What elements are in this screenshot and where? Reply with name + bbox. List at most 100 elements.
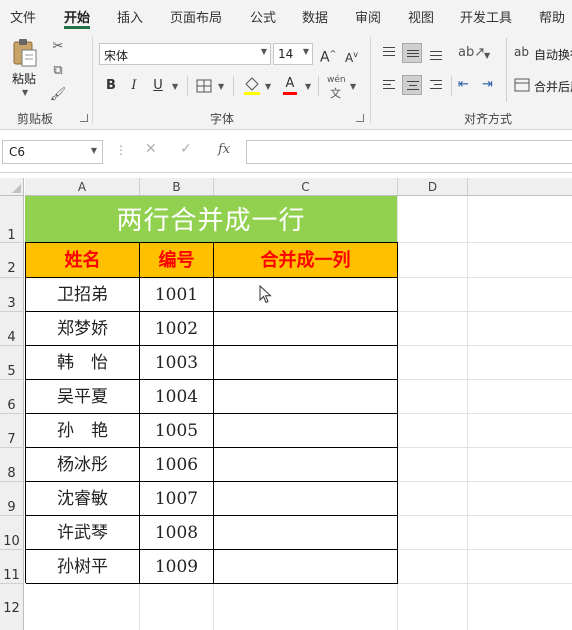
paste-dropdown-icon[interactable]: ▼	[22, 88, 28, 97]
borders-dropdown-icon[interactable]: ▼	[218, 82, 224, 91]
merged-cell[interactable]	[214, 346, 398, 380]
name-cell[interactable]: 郑梦娇	[26, 312, 140, 346]
underline-dropdown-icon[interactable]: ▼	[172, 82, 178, 91]
tab-page-layout[interactable]: 页面布局	[170, 7, 222, 26]
row-header-8[interactable]: 8	[0, 448, 24, 482]
row-header-2[interactable]: 2	[0, 243, 24, 278]
id-cell[interactable]: 1006	[140, 448, 214, 482]
bottom-align-icon[interactable]	[426, 43, 446, 63]
decrease-font-size-button[interactable]: Av	[345, 45, 358, 65]
merged-cell[interactable]	[214, 312, 398, 346]
id-cell[interactable]: 1003	[140, 346, 214, 380]
merged-cell[interactable]	[214, 380, 398, 414]
middle-align-icon[interactable]	[402, 43, 422, 63]
paste-button[interactable]: 粘贴	[12, 70, 36, 87]
cut-icon[interactable]: ✂	[47, 38, 69, 56]
chevron-down-icon[interactable]: ▼	[91, 146, 97, 155]
id-cell[interactable]: 1001	[140, 278, 214, 312]
name-box[interactable]: C6 ▼	[2, 140, 103, 164]
phonetic-dropdown-icon[interactable]: ▼	[350, 82, 356, 91]
merged-cell[interactable]	[214, 278, 398, 312]
id-cell[interactable]: 1002	[140, 312, 214, 346]
row-header-5[interactable]: 5	[0, 346, 24, 380]
header-cell-name[interactable]: 姓名	[26, 243, 140, 278]
merged-cell[interactable]	[214, 482, 398, 516]
column-header-a[interactable]: A	[25, 178, 140, 196]
more-options-icon[interactable]: ⋮	[115, 143, 127, 157]
tab-home[interactable]: 开始	[64, 7, 90, 26]
decrease-indent-icon[interactable]: ⇤	[458, 77, 469, 92]
font-name-select[interactable]: 宋体 ▼	[99, 43, 271, 65]
borders-icon[interactable]	[196, 79, 212, 93]
column-header-e[interactable]	[468, 178, 572, 196]
paste-icon[interactable]	[12, 38, 38, 68]
name-cell[interactable]: 卫招弟	[26, 278, 140, 312]
underline-button[interactable]: U	[151, 76, 165, 96]
wrap-text-button[interactable]: 自动换行	[534, 46, 572, 63]
column-header-c[interactable]: C	[214, 178, 398, 196]
cancel-icon[interactable]: ✕	[145, 141, 157, 157]
column-header-b[interactable]: B	[140, 178, 214, 196]
tab-view[interactable]: 视图	[408, 7, 434, 26]
enter-icon[interactable]: ✓	[180, 141, 192, 157]
orientation-icon[interactable]: ab↗	[458, 45, 485, 60]
merged-cell[interactable]	[214, 550, 398, 584]
merged-cell[interactable]	[214, 414, 398, 448]
select-all-button[interactable]	[0, 178, 24, 196]
top-align-icon[interactable]	[379, 43, 399, 63]
font-color-button[interactable]: A	[283, 75, 297, 95]
name-cell[interactable]: 孙树平	[26, 550, 140, 584]
row-header-12[interactable]: 12	[0, 584, 24, 630]
name-cell[interactable]: 沈睿敏	[26, 482, 140, 516]
tab-developer[interactable]: 开发工具	[460, 7, 512, 26]
row-header-10[interactable]: 10	[0, 516, 24, 550]
tab-formulas[interactable]: 公式	[250, 7, 276, 26]
id-cell[interactable]: 1004	[140, 380, 214, 414]
clipboard-launcher-icon[interactable]	[80, 114, 88, 122]
row-header-11[interactable]: 11	[0, 550, 24, 584]
id-cell[interactable]: 1007	[140, 482, 214, 516]
phonetic-guide-button[interactable]: wén	[327, 75, 346, 85]
italic-button[interactable]: I	[127, 76, 141, 96]
fill-color-icon[interactable]	[243, 76, 261, 96]
merge-center-button[interactable]: 合并后居中	[534, 78, 572, 95]
name-cell[interactable]: 杨冰彤	[26, 448, 140, 482]
tab-file[interactable]: 文件	[10, 7, 36, 26]
title-cell[interactable]: 两行合并成一行	[25, 196, 397, 242]
name-cell[interactable]: 吴平夏	[26, 380, 140, 414]
copy-icon[interactable]: ⧉	[47, 62, 69, 80]
header-cell-id[interactable]: 编号	[140, 243, 214, 278]
increase-indent-icon[interactable]: ⇥	[482, 77, 493, 92]
tab-review[interactable]: 审阅	[355, 7, 381, 26]
merged-cell[interactable]	[214, 448, 398, 482]
align-left-icon[interactable]	[379, 75, 399, 95]
name-cell[interactable]: 许武琴	[26, 516, 140, 550]
font-color-dropdown-icon[interactable]: ▼	[305, 82, 311, 91]
row-header-9[interactable]: 9	[0, 482, 24, 516]
merged-cell[interactable]	[214, 516, 398, 550]
fill-color-dropdown-icon[interactable]: ▼	[265, 82, 271, 91]
row-header-1[interactable]: 1	[0, 196, 24, 243]
font-launcher-icon[interactable]	[356, 114, 364, 122]
tab-insert[interactable]: 插入	[117, 7, 143, 26]
insert-function-button[interactable]: fx	[218, 142, 230, 157]
name-cell[interactable]: 孙 艳	[26, 414, 140, 448]
increase-font-size-button[interactable]: A^	[320, 44, 336, 66]
header-cell-merged[interactable]: 合并成一列	[214, 243, 398, 278]
align-center-icon[interactable]	[402, 75, 422, 95]
row-header-7[interactable]: 7	[0, 414, 24, 448]
row-header-6[interactable]: 6	[0, 380, 24, 414]
tab-help[interactable]: 帮助	[539, 7, 565, 26]
tab-data[interactable]: 数据	[302, 7, 328, 26]
id-cell[interactable]: 1005	[140, 414, 214, 448]
column-header-d[interactable]: D	[398, 178, 468, 196]
row-header-4[interactable]: 4	[0, 312, 24, 346]
align-right-icon[interactable]	[426, 75, 446, 95]
name-cell[interactable]: 韩 怡	[26, 346, 140, 380]
formula-input[interactable]	[246, 140, 572, 164]
bold-button[interactable]: B	[104, 76, 118, 96]
font-size-select[interactable]: 14 ▼	[273, 43, 313, 65]
orientation-dropdown-icon[interactable]: ▼	[484, 51, 490, 60]
id-cell[interactable]: 1009	[140, 550, 214, 584]
row-header-3[interactable]: 3	[0, 278, 24, 312]
